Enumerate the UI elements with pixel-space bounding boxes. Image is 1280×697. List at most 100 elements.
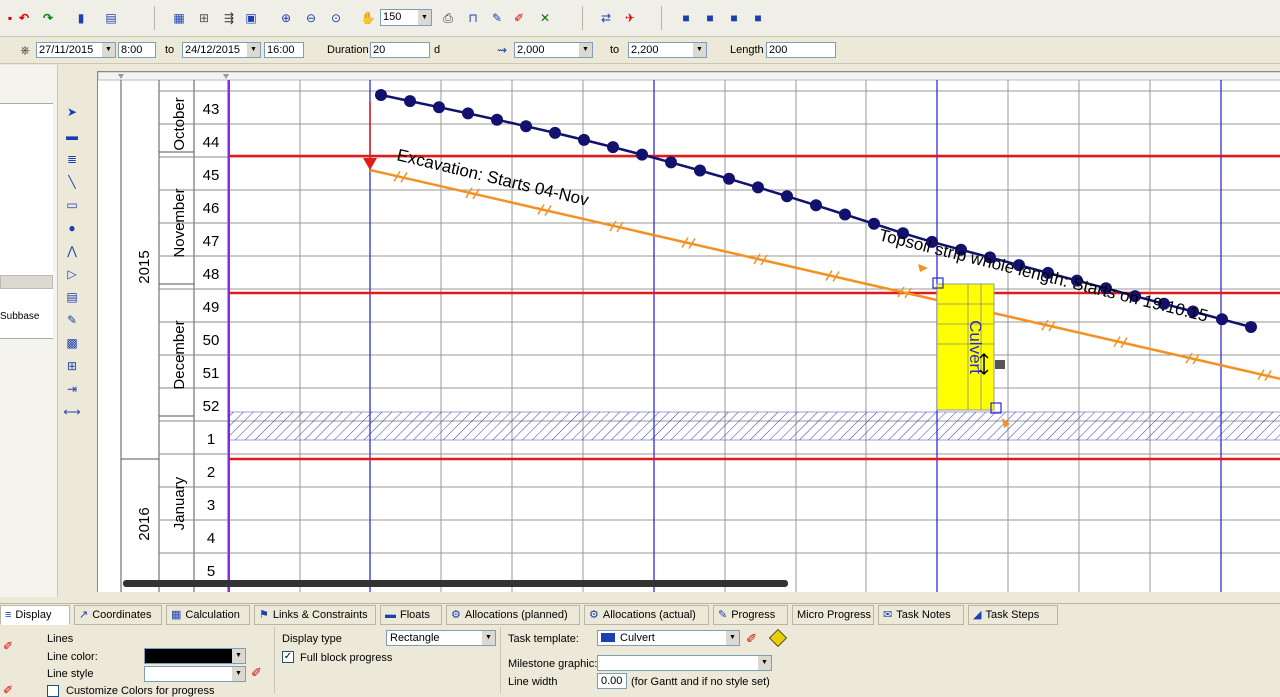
length-field[interactable]: 200 bbox=[766, 42, 836, 58]
end-location-field[interactable]: 2,200 ▼ bbox=[628, 42, 707, 58]
full-block-progress-checkbox[interactable]: ✓ bbox=[282, 651, 294, 663]
customize-colors-checkbox[interactable] bbox=[47, 685, 59, 697]
task-tree-list[interactable] bbox=[0, 103, 53, 339]
ungroup-icon[interactable]: ■ bbox=[750, 10, 766, 26]
end-date-field[interactable]: 24/12/2015 ▼ bbox=[182, 42, 261, 58]
bring-front-icon[interactable]: ■ bbox=[678, 10, 694, 26]
zoom-out-icon[interactable]: ⊖ bbox=[303, 10, 319, 26]
zoom-fit-icon[interactable]: ⊙ bbox=[328, 10, 344, 26]
task-tree-item[interactable]: Subbase bbox=[0, 311, 39, 322]
edit-color-icon[interactable]: ✐ bbox=[3, 639, 13, 653]
calculator-icon: ▦ bbox=[171, 609, 182, 621]
edit-style-icon[interactable]: ✐ bbox=[3, 683, 13, 697]
link-tasks-icon[interactable]: ⇄ bbox=[598, 10, 614, 26]
chevron-down-icon[interactable]: ▼ bbox=[102, 43, 115, 57]
chart-canvas[interactable]: 4344454647484950515212345OctoberNovember… bbox=[98, 72, 1280, 592]
grid-icon[interactable]: ⊞ bbox=[196, 10, 212, 26]
topsoil-progress-dot bbox=[578, 133, 590, 146]
tab-allocations-planned[interactable]: ⚙ Allocations (planned) bbox=[446, 605, 580, 625]
polygon-tool-icon[interactable]: ▷ bbox=[63, 265, 81, 283]
zoom-in-icon[interactable]: ⊕ bbox=[278, 10, 294, 26]
line-width-label: Line width bbox=[508, 676, 558, 688]
group-icon[interactable]: ■ bbox=[726, 10, 742, 26]
line-width-field[interactable]: 0.00 bbox=[597, 673, 627, 689]
edit-chart-icon[interactable]: ✎ bbox=[489, 10, 505, 26]
plane-icon[interactable]: ✈ bbox=[622, 10, 638, 26]
milestone-diamond-icon[interactable] bbox=[768, 628, 788, 648]
send-back-icon[interactable]: ■ bbox=[702, 10, 718, 26]
hatched-shutdown-band[interactable] bbox=[228, 411, 1280, 441]
redo-icon[interactable]: ↷ bbox=[40, 10, 56, 26]
layout-dropdown-icon[interactable]: ▣ bbox=[243, 10, 259, 26]
tab-label: Calculation bbox=[185, 609, 240, 621]
tab-allocations-actual[interactable]: ⚙ Allocations (actual) bbox=[584, 605, 709, 625]
tab-display[interactable]: ≡ Display bbox=[0, 605, 70, 625]
import-tool-icon[interactable]: ⇥ bbox=[63, 380, 81, 398]
top-ruler bbox=[98, 72, 1280, 81]
end-time-field[interactable]: 16:00 bbox=[264, 42, 304, 58]
pattern-tool-icon[interactable]: ▩ bbox=[63, 334, 81, 352]
undo-icon[interactable]: ↶ bbox=[16, 10, 32, 26]
polyline-tool-icon[interactable]: ⋀ bbox=[63, 242, 81, 260]
time-location-chart[interactable]: 43 44 45 46 47 48 49 50 51 52 1 2 3 4 5 October November… bbox=[97, 71, 1280, 592]
edit-line-style-icon[interactable]: ✐ bbox=[251, 665, 262, 681]
document-tool-icon[interactable]: ▤ bbox=[63, 288, 81, 306]
lock-icon[interactable]: ▮ bbox=[73, 10, 89, 26]
line-tool-icon[interactable]: ╲ bbox=[63, 173, 81, 191]
chevron-down-icon[interactable]: ▼ bbox=[232, 667, 245, 681]
line-style-select[interactable]: ▼ bbox=[144, 666, 246, 682]
calendar-stamp-icon[interactable]: ⎈ bbox=[17, 42, 33, 58]
tab-progress[interactable]: ✎ Progress bbox=[713, 605, 788, 625]
resource-tool-icon[interactable]: ⊞ bbox=[63, 357, 81, 375]
start-date-field[interactable]: 27/11/2015 ▼ bbox=[36, 42, 116, 58]
bar-tool-icon[interactable]: ▬ bbox=[63, 127, 81, 145]
tab-calculation[interactable]: ▦ Calculation bbox=[166, 605, 250, 625]
panel-scrollbar[interactable] bbox=[0, 275, 53, 289]
excavation-start-marker[interactable] bbox=[363, 158, 377, 170]
task-template-select[interactable]: Culvert ▼ bbox=[597, 630, 740, 646]
tab-task-steps[interactable]: ◢ Task Steps bbox=[968, 605, 1058, 625]
display-type-value: Rectangle bbox=[390, 632, 440, 644]
start-location-field[interactable]: 2,000 ▼ bbox=[514, 42, 593, 58]
topsoil-progress-dot bbox=[694, 164, 706, 177]
tab-micro-progress[interactable]: Micro Progress bbox=[792, 605, 874, 625]
duration-field[interactable]: 20 bbox=[370, 42, 430, 58]
rectangle-tool-icon[interactable]: ▭ bbox=[63, 196, 81, 214]
start-time-field[interactable]: 8:00 bbox=[118, 42, 156, 58]
chevron-down-icon[interactable]: ▼ bbox=[247, 43, 260, 57]
milestone-graphic-select[interactable]: ▼ bbox=[597, 655, 772, 671]
edit-template-icon[interactable]: ✐ bbox=[746, 631, 757, 647]
chevron-down-icon[interactable]: ▼ bbox=[418, 10, 431, 25]
page-view-icon[interactable]: ▦ bbox=[171, 10, 187, 26]
chevron-down-icon[interactable]: ▼ bbox=[482, 631, 495, 645]
chevron-down-icon[interactable]: ▼ bbox=[726, 631, 739, 645]
tab-task-notes[interactable]: ✉ Task Notes bbox=[878, 605, 964, 625]
horizontal-scrollbar[interactable] bbox=[123, 580, 788, 587]
properties-icon[interactable]: ▤ bbox=[103, 10, 119, 26]
display-type-select[interactable]: Rectangle ▼ bbox=[386, 630, 496, 646]
note-tool-icon[interactable]: ✎ bbox=[63, 311, 81, 329]
chevron-down-icon[interactable]: ▼ bbox=[758, 656, 771, 670]
tab-label: Display bbox=[15, 609, 52, 621]
chevron-down-icon[interactable]: ▼ bbox=[579, 43, 592, 57]
pan-hand-icon[interactable]: ✋ bbox=[360, 10, 376, 26]
print-icon[interactable]: ⎙ bbox=[440, 10, 456, 26]
tab-links-constraints[interactable]: ⚑ Links & Constraints bbox=[254, 605, 376, 625]
chevron-down-icon[interactable]: ▼ bbox=[232, 649, 245, 663]
chevron-down-icon[interactable]: ▼ bbox=[693, 43, 706, 57]
zoom-level-select[interactable]: 150 ▼ bbox=[380, 9, 432, 26]
list-tool-icon[interactable]: ≣ bbox=[63, 150, 81, 168]
tab-coordinates[interactable]: ↗ Coordinates bbox=[74, 605, 162, 625]
page-setup-icon[interactable]: ⊓ bbox=[465, 10, 481, 26]
excavation-task-line[interactable] bbox=[369, 168, 1280, 381]
delete-icon[interactable]: ✕ bbox=[537, 10, 553, 26]
line-color-select[interactable]: ▼ bbox=[144, 648, 246, 664]
arrows-icon[interactable]: ⇶ bbox=[221, 10, 237, 26]
edit-pen-icon[interactable]: ✐ bbox=[511, 10, 527, 26]
select-arrow-icon[interactable]: ➤ bbox=[63, 103, 81, 121]
link-tool-icon[interactable]: ⟷ bbox=[63, 403, 81, 421]
tab-floats[interactable]: ▬ Floats bbox=[380, 605, 442, 625]
culvert-label: Culvert bbox=[966, 320, 985, 374]
resize-handle[interactable] bbox=[995, 360, 1005, 369]
ellipse-tool-icon[interactable]: ● bbox=[63, 219, 81, 237]
